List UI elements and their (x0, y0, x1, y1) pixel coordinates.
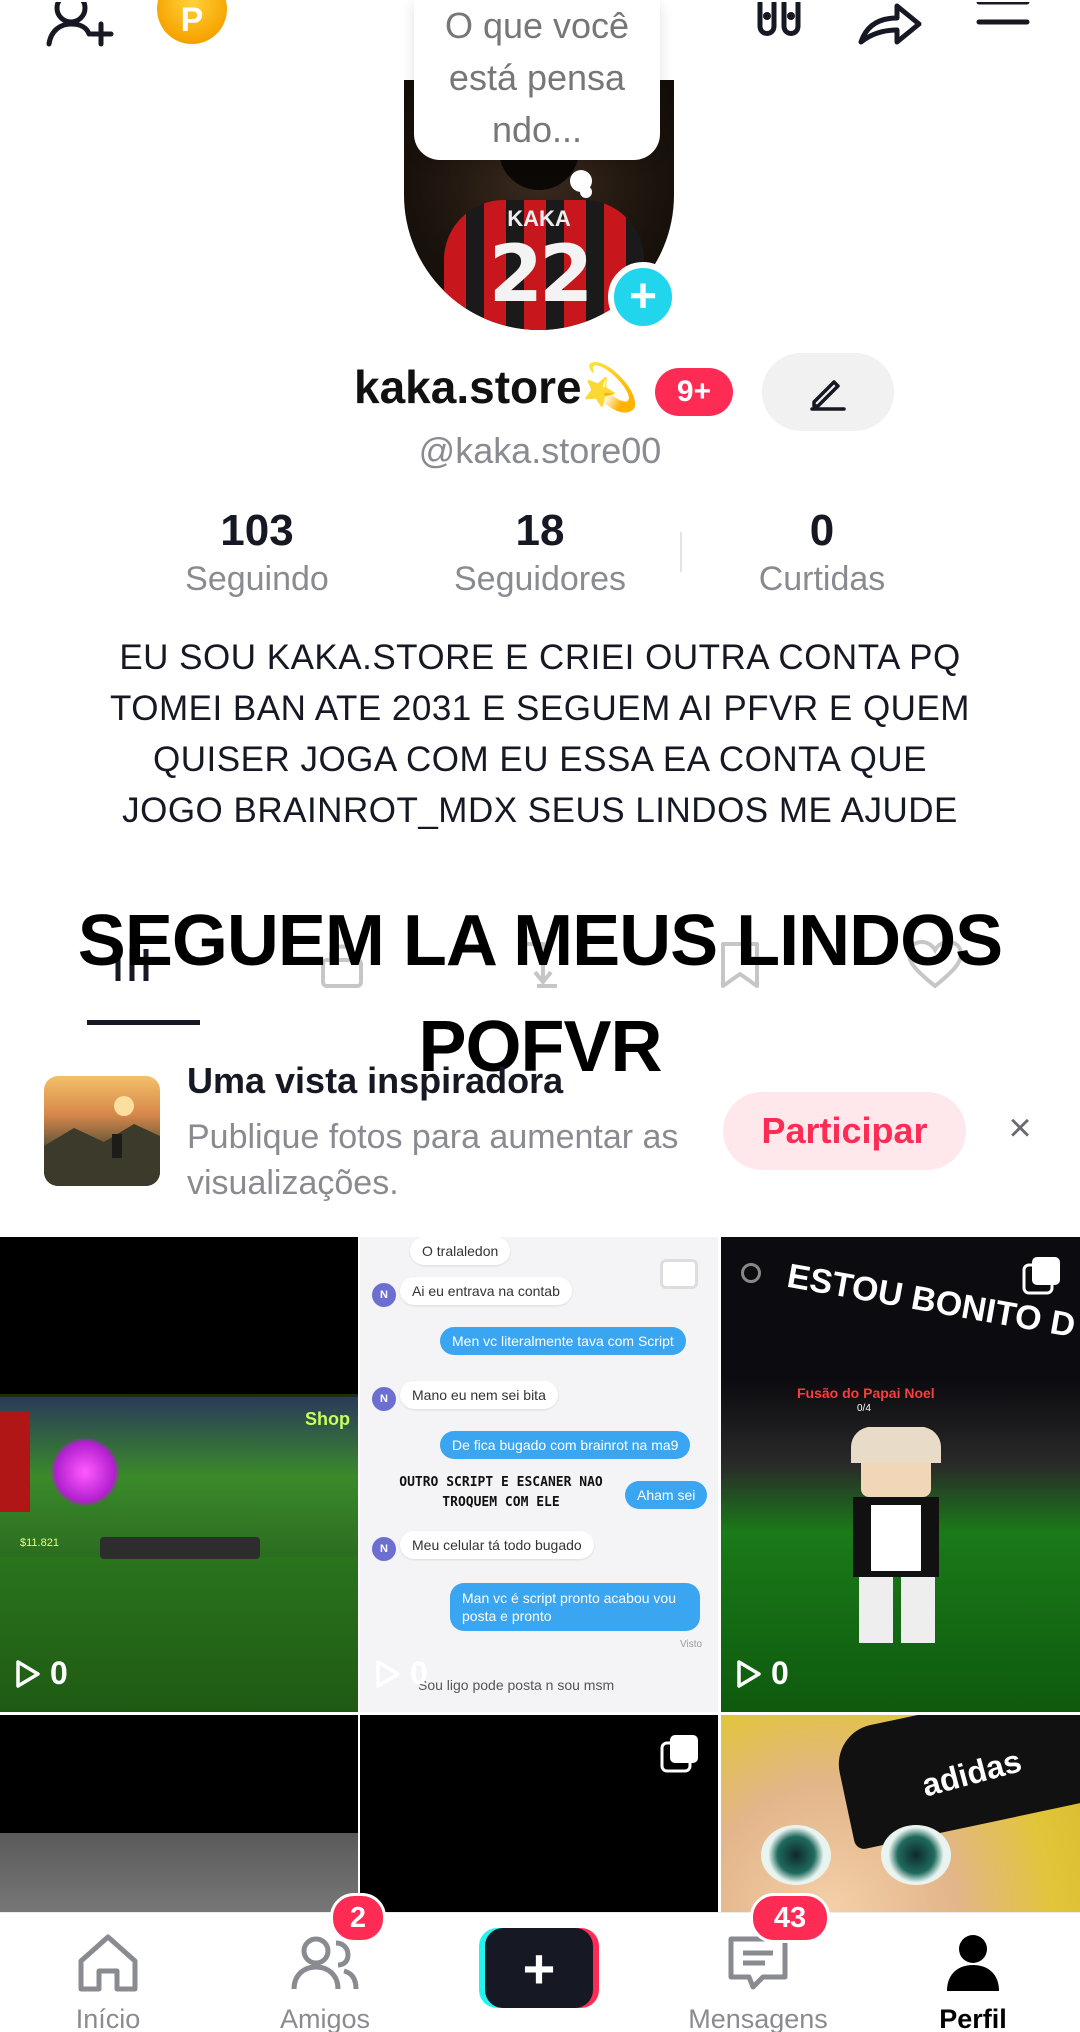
inbox-badge: 43 (750, 1893, 830, 1943)
plus-icon: + (485, 1928, 593, 2008)
home-icon (78, 1934, 138, 1992)
thought-bubble-text: O que você está pensa ndo... (444, 5, 630, 150)
thought-bubble[interactable]: O que você está pensa ndo... (414, 0, 660, 160)
share-icon[interactable] (850, 0, 930, 50)
chat-overlay-text: OUTRO SCRIPT E ESCANER NAO TROQUEM COM E… (399, 1475, 603, 1510)
view-count: 0 (374, 1655, 428, 1692)
settings-icon (741, 1263, 761, 1283)
chat-message: Man vc é script pronto acabou vou posta … (450, 1583, 700, 1631)
plus-icon: + (628, 270, 658, 323)
nav-inbox[interactable]: Mensagens (678, 1933, 838, 2032)
chat-message: Aham sei (625, 1481, 708, 1509)
avatar-character (841, 1427, 951, 1647)
nav-inbox-label: Mensagens (688, 2004, 828, 2032)
chat-avatar: N (372, 1387, 396, 1411)
chat-message: Meu celular tá todo bugado (400, 1531, 594, 1559)
nav-profile[interactable]: Perfil (893, 1933, 1053, 2032)
stat-label: Seguindo (185, 560, 329, 598)
multi-photo-icon (1022, 1255, 1062, 1300)
view-count-value: 0 (771, 1655, 789, 1691)
profile-bio: EU SOU KAKA.STORE E CRIEI OUTRA CONTA PQ… (110, 638, 970, 830)
nav-home-label: Início (75, 2004, 141, 2032)
nav-friends[interactable]: Amigos (245, 1933, 405, 2032)
video-thumbnail[interactable]: O tralaledon N Ai eu entrava na contab M… (360, 1237, 718, 1712)
counter: 0/4 (857, 1403, 871, 1414)
chat-message: De fica bugado com brainrot na ma9 (440, 1431, 691, 1459)
chat-message: Men vc literalmente tava com Script (440, 1327, 686, 1355)
pencil-icon (810, 380, 846, 411)
game-wall (0, 1412, 30, 1512)
nav-friends-label: Amigos (279, 2004, 371, 2032)
bubble-tail (580, 186, 592, 198)
menu-icon[interactable] (968, 0, 1038, 50)
video-thumbnail[interactable] (360, 1715, 718, 1912)
hotbar (100, 1537, 260, 1559)
stat-value: 18 (515, 506, 565, 555)
eye (881, 1825, 951, 1885)
profile-icon (947, 1935, 999, 1991)
coin-label: P (180, 1, 204, 39)
view-count-value: 0 (410, 1655, 428, 1691)
chat-message: O tralaledon (410, 1237, 511, 1265)
chat-message: Sou ligo pode posta n sou msm (418, 1677, 615, 1693)
view-count: 0 (735, 1655, 789, 1692)
stat-following[interactable]: 103 Seguindo (127, 506, 387, 599)
video-thumbnail[interactable]: Shop $11.821 0 (0, 1237, 358, 1712)
footprint-icon[interactable] (745, 0, 815, 50)
eye (761, 1825, 831, 1885)
display-name: kaka.store💫 (354, 361, 639, 413)
stat-likes[interactable]: 0 Curtidas (692, 506, 952, 599)
promo-title: Uma vista inspiradora (187, 1060, 564, 1101)
chat-avatar: N (372, 1283, 396, 1307)
chat-message: Mano eu nem sei bita (400, 1381, 558, 1409)
view-count: 0 (14, 1655, 68, 1692)
chat-avatar: N (372, 1537, 396, 1561)
coins-icon[interactable]: P (157, 0, 227, 44)
multi-photo-icon (660, 1259, 698, 1289)
stat-value: 103 (220, 506, 294, 555)
close-icon[interactable]: × (1000, 1106, 1040, 1150)
chat-message: Ai eu entrava na contab (400, 1277, 572, 1305)
edit-profile-button[interactable] (762, 353, 894, 431)
game-effect (50, 1437, 120, 1507)
seen-label: Visto (680, 1639, 703, 1650)
nav-profile-label: Perfil (939, 2004, 1007, 2032)
add-avatar-button[interactable]: + (608, 262, 678, 332)
stat-label: Seguidores (453, 560, 626, 598)
add-friend-icon[interactable] (40, 0, 120, 50)
play-icon (376, 1659, 400, 1688)
username-handle: @kaka.store00 (418, 430, 662, 471)
notification-badge[interactable]: 9+ (655, 368, 733, 416)
play-icon (16, 1659, 40, 1688)
friends-badge: 2 (330, 1893, 386, 1943)
join-button[interactable]: Participar (723, 1092, 966, 1170)
stat-label: Curtidas (758, 560, 886, 598)
shop-label: Shop (305, 1409, 350, 1429)
promo-subtitle: Publique fotos para aumentar as visualiz… (187, 1118, 679, 1202)
video-thumbnail[interactable]: ESTOU BONITO D KAKAKAAKA Fusão do Papai … (721, 1237, 1080, 1712)
money-label: $11.821 (20, 1537, 59, 1549)
stat-followers[interactable]: 18 Seguidores (410, 506, 670, 599)
video-thumbnail[interactable]: adidas (721, 1715, 1080, 1912)
subcaption: Fusão do Papai Noel (797, 1385, 935, 1401)
stat-value: 0 (809, 506, 835, 555)
nav-home[interactable]: Início (28, 1933, 188, 2032)
multi-photo-icon (660, 1733, 700, 1778)
create-button[interactable]: + (479, 1928, 599, 2008)
thumbnail-content (0, 1833, 358, 1912)
promo-thumbnail[interactable] (44, 1076, 160, 1186)
stat-divider (680, 532, 682, 572)
play-icon (737, 1659, 761, 1688)
jersey-name: KAKA (507, 206, 571, 231)
video-thumbnail[interactable] (0, 1715, 358, 1912)
view-count-value: 0 (50, 1655, 68, 1691)
